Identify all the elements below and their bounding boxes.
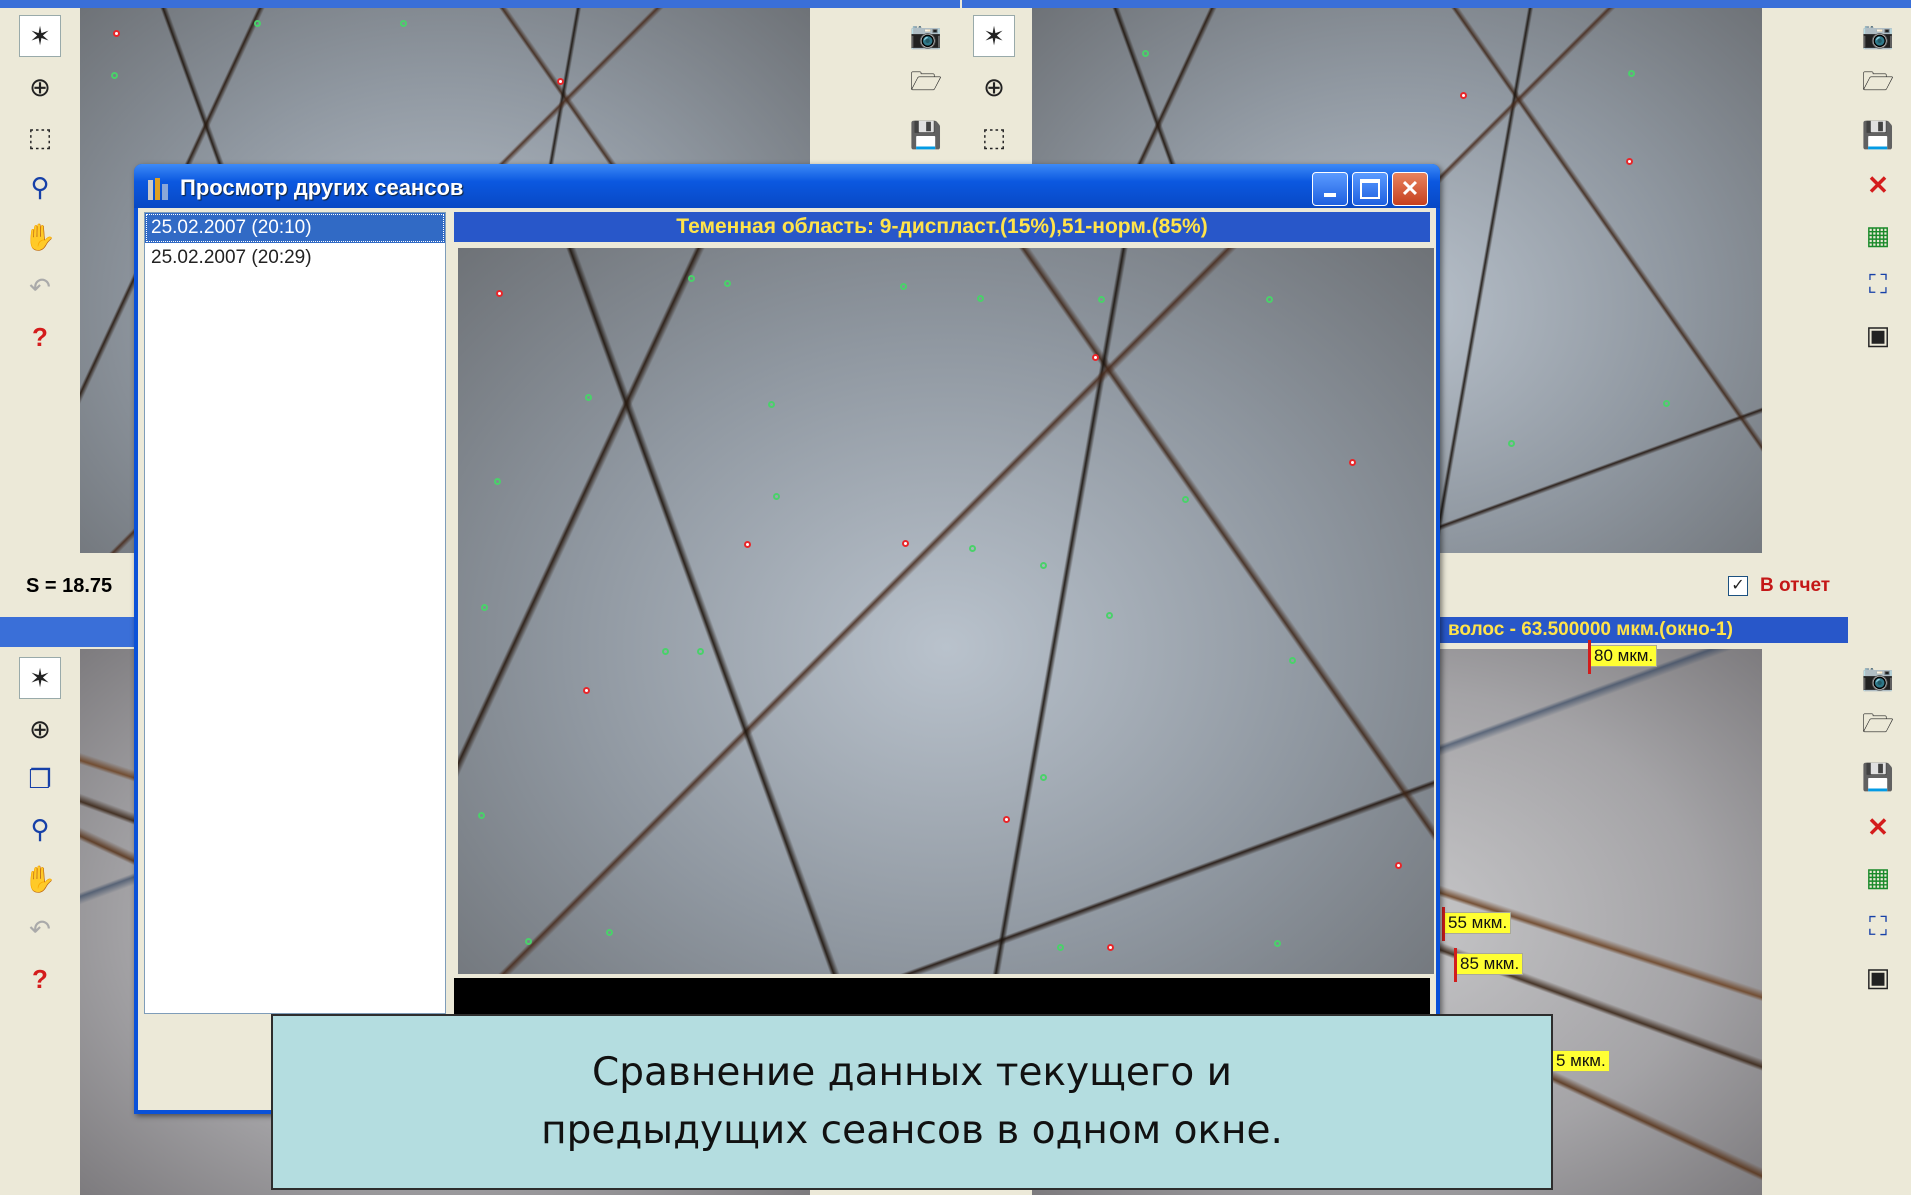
magnifier-icon[interactable]: ⚲ xyxy=(20,167,60,207)
help-icon[interactable]: ? xyxy=(20,959,60,999)
right-toolbar-top-left: 📷 🗁 💾 xyxy=(900,10,952,160)
folder-icon[interactable]: 🗁 xyxy=(1858,707,1898,747)
save-icon[interactable]: 💾 xyxy=(1858,115,1898,155)
measurement-label: 85 мкм. xyxy=(1453,948,1524,982)
report-checkbox-label: В отчет xyxy=(1760,575,1831,596)
layers-icon[interactable]: ❐ xyxy=(20,759,60,799)
window-icon[interactable]: ▣ xyxy=(1858,315,1898,355)
pane-bottom-right-caption: волос - 63.500000 мкм.(окно-1) xyxy=(1440,617,1848,643)
sessions-list[interactable]: 25.02.2007 (20:10) 25.02.2007 (20:29) xyxy=(144,212,446,1014)
left-toolbar-top-right: ✶ ⊕ ⬚ xyxy=(968,10,1020,162)
hand-icon[interactable]: ✋ xyxy=(20,217,60,257)
maximize-button[interactable] xyxy=(1352,172,1388,206)
window-icon[interactable]: ▣ xyxy=(1858,957,1898,997)
dialog-titlebar[interactable]: Просмотр других сеансов ✕ xyxy=(134,164,1440,208)
image-scroll-area xyxy=(454,978,1430,1018)
image-caption: Теменная область: 9-диспласт.(15%),51-но… xyxy=(454,212,1430,242)
measurement-label: 80 мкм. xyxy=(1587,640,1658,674)
session-image[interactable] xyxy=(458,248,1434,974)
selection-icon[interactable]: ⬚ xyxy=(20,117,60,157)
dialog-client: 25.02.2007 (20:10) 25.02.2007 (20:29) Те… xyxy=(138,208,1436,1110)
magic-wand-icon[interactable]: ✶ xyxy=(973,15,1015,57)
right-toolbar-top: 📷 🗁 💾 ✕ ▦ ⛶ ▣ xyxy=(1852,10,1904,360)
delete-icon[interactable]: ✕ xyxy=(1858,165,1898,205)
crosshair-icon[interactable]: ⊕ xyxy=(20,709,60,749)
report-checkbox[interactable]: ✓ xyxy=(1728,576,1748,596)
folder-icon[interactable]: 🗁 xyxy=(1858,65,1898,105)
callout-line: предыдущих сеансов в одном окне. xyxy=(541,1108,1283,1153)
minimize-button[interactable] xyxy=(1312,172,1348,206)
dialog-title: Просмотр других сеансов xyxy=(180,175,464,200)
maximize-icon xyxy=(1360,179,1380,199)
camera-icon[interactable]: 📷 xyxy=(906,15,946,55)
camera-icon[interactable]: 📷 xyxy=(1858,15,1898,55)
pane-top-right-titlebar xyxy=(962,0,1911,8)
left-toolbar-bottom: ✶ ⊕ ❐ ⚲ ✋ ↶ ? xyxy=(14,652,66,1004)
hand-icon[interactable]: ✋ xyxy=(20,859,60,899)
measurement-label: 55 мкм. xyxy=(1441,907,1512,941)
undo-icon[interactable]: ↶ xyxy=(20,909,60,949)
crosshair-icon[interactable]: ⊕ xyxy=(974,67,1014,107)
left-toolbar-top: ✶ ⊕ ⬚ ⚲ ✋ ↶ ? xyxy=(14,10,66,362)
close-icon: ✕ xyxy=(1400,176,1420,201)
save-icon[interactable]: 💾 xyxy=(906,115,946,155)
close-button[interactable]: ✕ xyxy=(1392,172,1428,206)
delete-icon[interactable]: ✕ xyxy=(1858,807,1898,847)
app-icon xyxy=(148,178,168,200)
sessions-dialog: Просмотр других сеансов ✕ 25.02.2007 (20… xyxy=(134,164,1440,1114)
crosshair-icon[interactable]: ⊕ xyxy=(20,67,60,107)
measurement-label: 5 мкм. xyxy=(1550,1045,1610,1079)
help-icon[interactable]: ? xyxy=(20,317,60,357)
caption-callout: Сравнение данных текущего и предыдущих с… xyxy=(271,1014,1553,1190)
folder-icon[interactable]: 🗁 xyxy=(906,65,946,105)
camera-icon[interactable]: 📷 xyxy=(1858,657,1898,697)
selection-icon[interactable]: ⬚ xyxy=(974,117,1014,157)
right-toolbar-bottom: 📷 🗁 💾 ✕ ▦ ⛶ ▣ xyxy=(1852,652,1904,1002)
callout-line: Сравнение данных текущего и xyxy=(592,1050,1232,1095)
pane-top-left-titlebar xyxy=(0,0,960,8)
grid-icon[interactable]: ▦ xyxy=(1858,215,1898,255)
list-item[interactable]: 25.02.2007 (20:29) xyxy=(145,243,445,273)
grid-icon[interactable]: ▦ xyxy=(1858,857,1898,897)
fit-icon[interactable]: ⛶ xyxy=(1858,265,1898,305)
magic-wand-icon[interactable]: ✶ xyxy=(19,657,61,699)
area-status: S = 18.75 xyxy=(26,575,113,597)
magnifier-icon[interactable]: ⚲ xyxy=(20,809,60,849)
fit-icon[interactable]: ⛶ xyxy=(1858,907,1898,947)
magic-wand-icon[interactable]: ✶ xyxy=(19,15,61,57)
save-icon[interactable]: 💾 xyxy=(1858,757,1898,797)
list-item[interactable]: 25.02.2007 (20:10) xyxy=(145,213,445,243)
minimize-icon xyxy=(1324,193,1336,197)
undo-icon[interactable]: ↶ xyxy=(20,267,60,307)
